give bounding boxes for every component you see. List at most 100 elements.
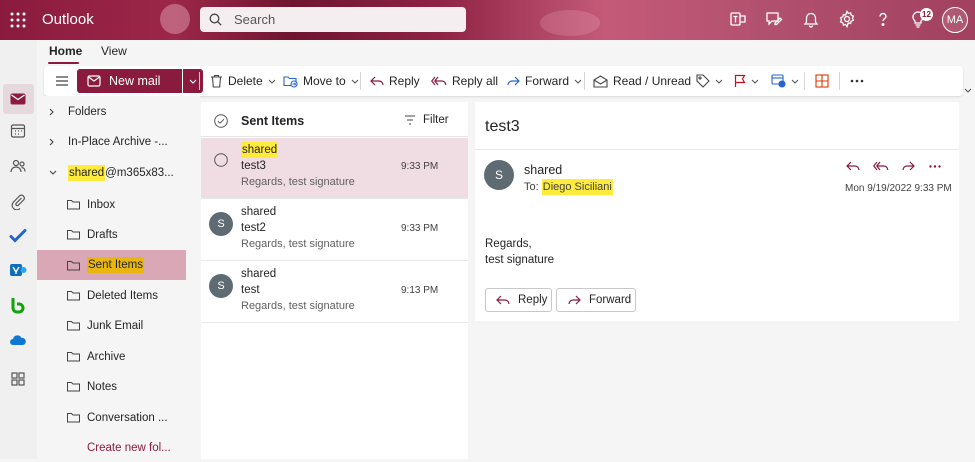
- flag-button[interactable]: [734, 66, 764, 96]
- folder-drafts[interactable]: Drafts: [37, 221, 197, 249]
- attachment-icon[interactable]: [9, 192, 27, 210]
- forward-icon: [506, 75, 525, 87]
- scrollbar[interactable]: [960, 102, 975, 459]
- forward-action-button[interactable]: [901, 160, 915, 172]
- bell-icon[interactable]: [802, 10, 822, 30]
- yammer-icon[interactable]: [9, 261, 27, 279]
- waffle-icon[interactable]: [9, 11, 27, 29]
- folder-conversation-history[interactable]: Conversation ...: [37, 404, 197, 432]
- notification-badge: 12: [920, 8, 933, 21]
- folder-label: Drafts: [87, 229, 118, 241]
- rules-icon: [771, 74, 791, 88]
- folders-header[interactable]: Folders: [37, 98, 197, 126]
- help-icon[interactable]: [874, 10, 894, 30]
- select-all-checkbox[interactable]: [214, 114, 228, 128]
- folder-inbox[interactable]: Inbox: [37, 191, 197, 219]
- background-glow: [540, 10, 600, 36]
- read-unread-label: Read / Unread: [613, 74, 692, 88]
- tab-home[interactable]: Home: [49, 44, 82, 58]
- search-box[interactable]: [200, 7, 466, 32]
- envelope-open-icon: [593, 74, 613, 88]
- more-actions-button[interactable]: [929, 165, 941, 168]
- bookings-icon[interactable]: [9, 296, 27, 314]
- message-time: 9:33 PM: [401, 161, 439, 172]
- search-input[interactable]: [234, 7, 454, 32]
- sender-avatar: S: [209, 274, 233, 298]
- recipient-name[interactable]: Diego Siciliani: [541, 179, 613, 195]
- feedback-icon[interactable]: [765, 10, 785, 30]
- shared-account-label: shared@m365x83...: [68, 165, 174, 181]
- new-mail-label: New mail: [109, 74, 161, 88]
- background-glow: [160, 4, 190, 34]
- move-to-label: Move to: [303, 74, 346, 88]
- folder-sent-items[interactable]: Sent Items: [37, 250, 186, 280]
- reply-button[interactable]: Reply: [370, 66, 420, 96]
- folder-icon: [67, 291, 80, 301]
- sender-avatar[interactable]: S: [484, 160, 514, 190]
- move-to-button[interactable]: Move to: [283, 66, 364, 96]
- folder-icon: [67, 352, 80, 362]
- folder-label: Deleted Items: [87, 290, 158, 302]
- add-ins-button[interactable]: [815, 66, 834, 96]
- folder-deleted-items[interactable]: Deleted Items: [37, 282, 197, 310]
- filter-label: Filter: [423, 114, 449, 126]
- folder-notes[interactable]: Notes: [37, 373, 197, 401]
- reading-pane: test3 S shared To: Diego Siciliani Mon 9…: [475, 102, 959, 321]
- reply-all-action-button[interactable]: [873, 160, 889, 172]
- recipient-line: To: Diego Siciliani: [524, 179, 613, 195]
- rules-button[interactable]: [771, 66, 804, 96]
- select-message-checkbox[interactable]: [214, 153, 228, 167]
- folder-in-place-archive[interactable]: In-Place Archive -...: [37, 128, 197, 156]
- create-new-folder-link[interactable]: Create new fol...: [37, 434, 197, 462]
- app-rail: [0, 40, 37, 459]
- tab-view[interactable]: View: [101, 44, 127, 58]
- folder-shared-account[interactable]: shared@m365x83...: [37, 159, 197, 187]
- new-mail-dropdown[interactable]: [183, 69, 203, 93]
- reply-button-bottom[interactable]: Reply: [485, 288, 552, 312]
- message-subject: test3: [241, 160, 266, 172]
- folders-label: Folders: [68, 106, 107, 118]
- message-list-header: Sent Items Filter: [201, 102, 468, 137]
- delete-button[interactable]: Delete: [210, 66, 281, 96]
- reply-action-button[interactable]: [846, 160, 860, 172]
- reply-all-icon: [431, 75, 452, 87]
- new-mail-button[interactable]: New mail: [77, 69, 182, 93]
- read-unread-button[interactable]: Read / Unread: [593, 66, 691, 96]
- forward-button[interactable]: Forward: [506, 66, 587, 96]
- todo-icon[interactable]: [9, 227, 27, 245]
- collapse-pane-button[interactable]: [55, 66, 74, 96]
- folder-archive[interactable]: Archive: [37, 343, 197, 371]
- onedrive-icon[interactable]: [9, 331, 27, 349]
- teams-icon[interactable]: [729, 10, 749, 30]
- folder-junk-email[interactable]: Junk Email: [37, 312, 197, 340]
- people-icon[interactable]: [9, 157, 27, 175]
- chevron-right-icon: [49, 138, 54, 146]
- reply-icon: [370, 75, 389, 87]
- reply-all-button[interactable]: Reply all: [431, 66, 498, 96]
- app-name[interactable]: Outlook: [42, 11, 94, 28]
- list-title: Sent Items: [241, 114, 305, 128]
- more-options-button[interactable]: [850, 66, 869, 96]
- ribbon-toolbar: New mail Delete Move to Reply Reply all …: [44, 66, 963, 96]
- folder-label: Sent Items: [87, 257, 144, 273]
- mail-icon[interactable]: [9, 90, 27, 108]
- categorize-button[interactable]: [696, 66, 728, 96]
- sender-name[interactable]: shared: [524, 163, 562, 177]
- reply-label: Reply: [518, 294, 548, 306]
- chevron-down-icon: [49, 170, 57, 175]
- forward-button-bottom[interactable]: Forward: [556, 288, 636, 312]
- message-body: Regards, test signature: [485, 236, 554, 268]
- folder-label: Conversation ...: [87, 412, 168, 424]
- ribbon-collapse-icon[interactable]: [964, 88, 972, 93]
- calendar-icon[interactable]: [9, 122, 27, 140]
- gear-icon[interactable]: [838, 10, 858, 30]
- message-item[interactable]: S shared test 9:13 PM Regards, test sign…: [201, 262, 468, 323]
- message-item[interactable]: S shared test2 9:33 PM Regards, test sig…: [201, 200, 468, 261]
- chevron-down-icon: [715, 79, 723, 84]
- filter-button[interactable]: Filter: [404, 114, 449, 126]
- message-item[interactable]: shared test3 9:33 PM Regards, test signa…: [201, 138, 468, 199]
- search-icon: [209, 13, 222, 26]
- user-avatar[interactable]: MA: [942, 7, 968, 33]
- folder-move-icon: [283, 74, 303, 88]
- apps-icon[interactable]: [9, 370, 27, 388]
